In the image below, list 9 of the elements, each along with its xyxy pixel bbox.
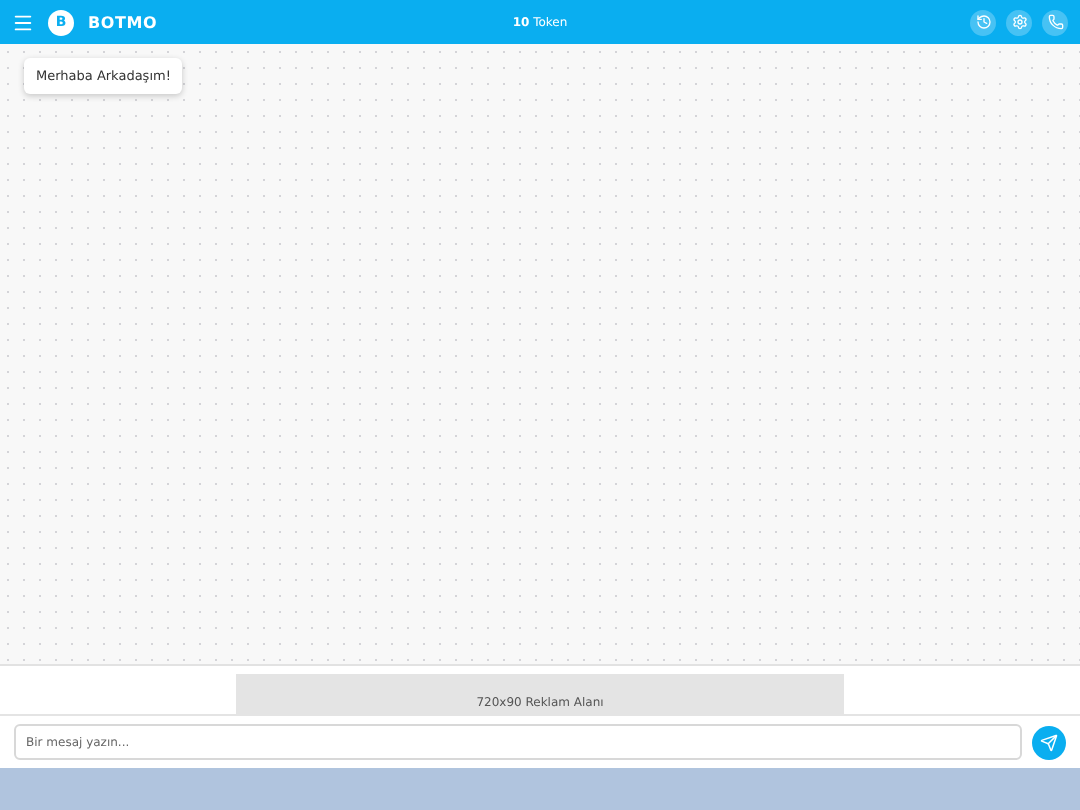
settings-button[interactable] xyxy=(1006,9,1032,35)
history-button[interactable] xyxy=(970,9,996,35)
brand-name: BOTMO xyxy=(88,13,158,31)
phone-icon xyxy=(1047,14,1063,30)
send-icon xyxy=(1040,733,1058,751)
settings-icon xyxy=(1011,14,1027,30)
send-button[interactable] xyxy=(1032,725,1066,759)
phone-button[interactable] xyxy=(1042,9,1068,35)
history-icon xyxy=(975,14,991,30)
